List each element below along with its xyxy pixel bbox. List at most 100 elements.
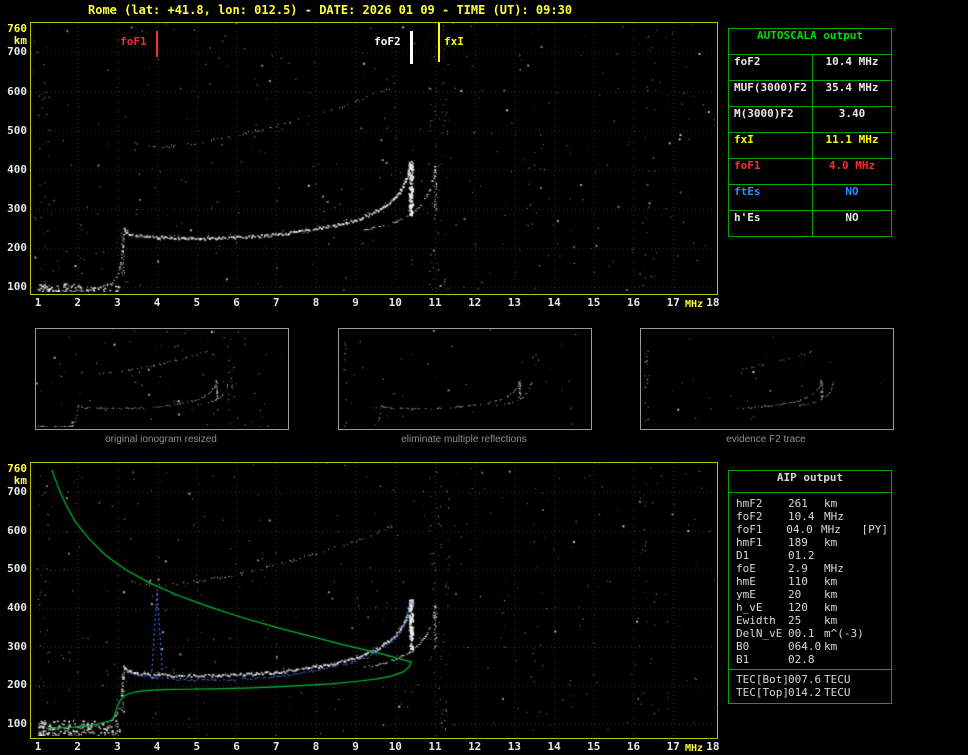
y-tick-label: 700 bbox=[7, 485, 27, 499]
marker-line-foF1 bbox=[156, 31, 159, 57]
autoscala-table-title: AUTOSCALA output bbox=[729, 29, 891, 55]
aip-row-unit: km bbox=[824, 575, 838, 588]
y-tick-label: 300 bbox=[7, 639, 27, 653]
aip-row-value: 00.1 bbox=[788, 627, 815, 640]
aip-row-value: 120 bbox=[788, 601, 808, 614]
aip-row-extra bbox=[866, 510, 888, 523]
autoscala-row-value: 11.1 MHz bbox=[825, 133, 879, 146]
aip-row-extra bbox=[866, 601, 888, 614]
autoscala-row-label: MUF(3000)F2 bbox=[729, 81, 813, 106]
ionogram-plot-bottom bbox=[30, 462, 718, 739]
autoscala-row-value: 4.0 MHz bbox=[828, 159, 876, 172]
x-axis-unit-label: MHz bbox=[685, 299, 704, 310]
aip-row-value: 064.0 bbox=[788, 640, 822, 653]
autoscala-screen: Rome (lat: +41.8, lon: 012.5) - DATE: 20… bbox=[0, 0, 968, 755]
aip-output-table: AIP output hmF2 261 km foF2 10.4 MHz foF1 04.0 M… bbox=[728, 470, 892, 704]
marker-label-fxI: fxI bbox=[443, 35, 464, 48]
aip-row-value: 10.4 bbox=[788, 510, 815, 523]
aip-row-extra bbox=[866, 627, 888, 640]
aip-row-label: hmE bbox=[736, 575, 756, 588]
y-tick-label: 300 bbox=[7, 201, 27, 215]
aip-row: ymE 20 km bbox=[736, 588, 888, 601]
y-tick-label: 200 bbox=[7, 678, 27, 692]
aip-row-unit: km bbox=[824, 588, 838, 601]
x-tick-label: 9 bbox=[352, 740, 359, 753]
autoscala-output-table: AUTOSCALA output foF2 10.4 MHz MUF(3000)F2… bbox=[728, 28, 892, 237]
aip-row: hmE 110 km bbox=[736, 575, 888, 588]
aip-row: h_vE 120 km bbox=[736, 601, 888, 614]
x-tick-label: 1 bbox=[34, 740, 42, 753]
x-tick-label: 7 bbox=[272, 296, 280, 309]
autoscala-row-label: ftEs bbox=[729, 185, 813, 210]
aip-row-unit: km bbox=[824, 601, 838, 614]
ionogram-plot-top bbox=[30, 22, 718, 295]
y-tick-label: 700 bbox=[7, 45, 27, 59]
aip-row-unit: TECU bbox=[824, 673, 851, 686]
x-axis-unit-label: MHz bbox=[685, 743, 704, 754]
x-tick-label: 11 bbox=[428, 296, 442, 309]
x-tick-label: 3 bbox=[114, 296, 121, 309]
x-tick-label: 17 bbox=[666, 740, 680, 753]
aip-row-value: 007.6 bbox=[788, 673, 822, 686]
aip-row-extra bbox=[866, 562, 888, 575]
aip-row-label: ymE bbox=[736, 588, 756, 601]
aip-row-unit: km bbox=[824, 497, 838, 510]
aip-tec-separator bbox=[729, 669, 891, 670]
aip-row-unit bbox=[824, 549, 866, 562]
x-tick-label: 2 bbox=[74, 740, 81, 753]
marker-label-foF1: foF1 bbox=[120, 35, 147, 48]
aip-row-unit: MHz bbox=[824, 510, 844, 523]
x-tick-label: 14 bbox=[547, 296, 561, 309]
aip-table-title: AIP output bbox=[729, 471, 891, 493]
aip-row-value: 20 bbox=[788, 588, 802, 601]
aip-row-label: Ewidth bbox=[736, 614, 776, 627]
x-tick-label: 4 bbox=[153, 740, 161, 753]
aip-row-extra bbox=[866, 653, 888, 666]
autoscala-row: h'Es NO bbox=[729, 211, 891, 236]
autoscala-row-value: 3.40 bbox=[838, 107, 866, 120]
x-tick-label: 6 bbox=[233, 740, 240, 753]
autoscala-row: fxI 11.1 MHz bbox=[729, 133, 891, 159]
y-tick-label: 200 bbox=[7, 240, 27, 254]
aip-row-value: 25 bbox=[788, 614, 802, 627]
x-tick-label: 5 bbox=[193, 296, 201, 309]
autoscala-row-value: NO bbox=[845, 185, 859, 198]
x-tick-label: 13 bbox=[507, 296, 522, 309]
aip-row-unit: km bbox=[824, 614, 838, 627]
aip-row-label: foE bbox=[736, 562, 756, 575]
panel-original-ionogram bbox=[35, 328, 289, 430]
x-tick-label: 4 bbox=[153, 296, 161, 309]
x-tick-label: 3 bbox=[114, 740, 121, 753]
x-tick-label: 16 bbox=[626, 740, 641, 753]
autoscala-row-label: M(3000)F2 bbox=[729, 107, 813, 132]
autoscala-row: MUF(3000)F2 35.4 MHz bbox=[729, 81, 891, 107]
x-tick-label: 9 bbox=[352, 296, 359, 309]
autoscala-row-value: NO bbox=[845, 211, 859, 224]
aip-row-unit bbox=[824, 653, 866, 666]
ionogram-canvas-bottom bbox=[31, 463, 715, 736]
autoscala-row-label: foF1 bbox=[729, 159, 813, 184]
station-header: Rome (lat: +41.8, lon: 012.5) - DATE: 20… bbox=[88, 3, 573, 17]
y-tick-label: 500 bbox=[7, 123, 27, 137]
aip-row-label: TEC[Bot] bbox=[736, 673, 789, 686]
aip-row-unit: km bbox=[824, 640, 838, 653]
panel-eliminate-reflections bbox=[338, 328, 592, 430]
aip-row-extra: [PY] bbox=[861, 523, 889, 536]
autoscala-row: M(3000)F2 3.40 bbox=[729, 107, 891, 133]
aip-row-extra bbox=[866, 536, 888, 549]
autoscala-row: foF1 4.0 MHz bbox=[729, 159, 891, 185]
x-tick-label: 11 bbox=[428, 740, 442, 753]
aip-row: hmF1 189 km bbox=[736, 536, 888, 549]
x-tick-label: 13 bbox=[507, 740, 522, 753]
x-tick-label: 7 bbox=[272, 740, 280, 753]
x-tick-label: 5 bbox=[193, 740, 201, 753]
panel-eliminate-canvas bbox=[339, 329, 589, 427]
aip-row: foE 2.9 MHz bbox=[736, 562, 888, 575]
aip-row-extra bbox=[866, 614, 888, 627]
aip-row: B0 064.0 km bbox=[736, 640, 888, 653]
autoscala-row-value: 10.4 MHz bbox=[825, 55, 879, 68]
panel-caption-original: original ionogram resized bbox=[105, 434, 217, 445]
marker-line-foF2 bbox=[409, 31, 413, 64]
y-tick-label: 400 bbox=[7, 162, 27, 176]
x-tick-label: 15 bbox=[587, 296, 601, 309]
